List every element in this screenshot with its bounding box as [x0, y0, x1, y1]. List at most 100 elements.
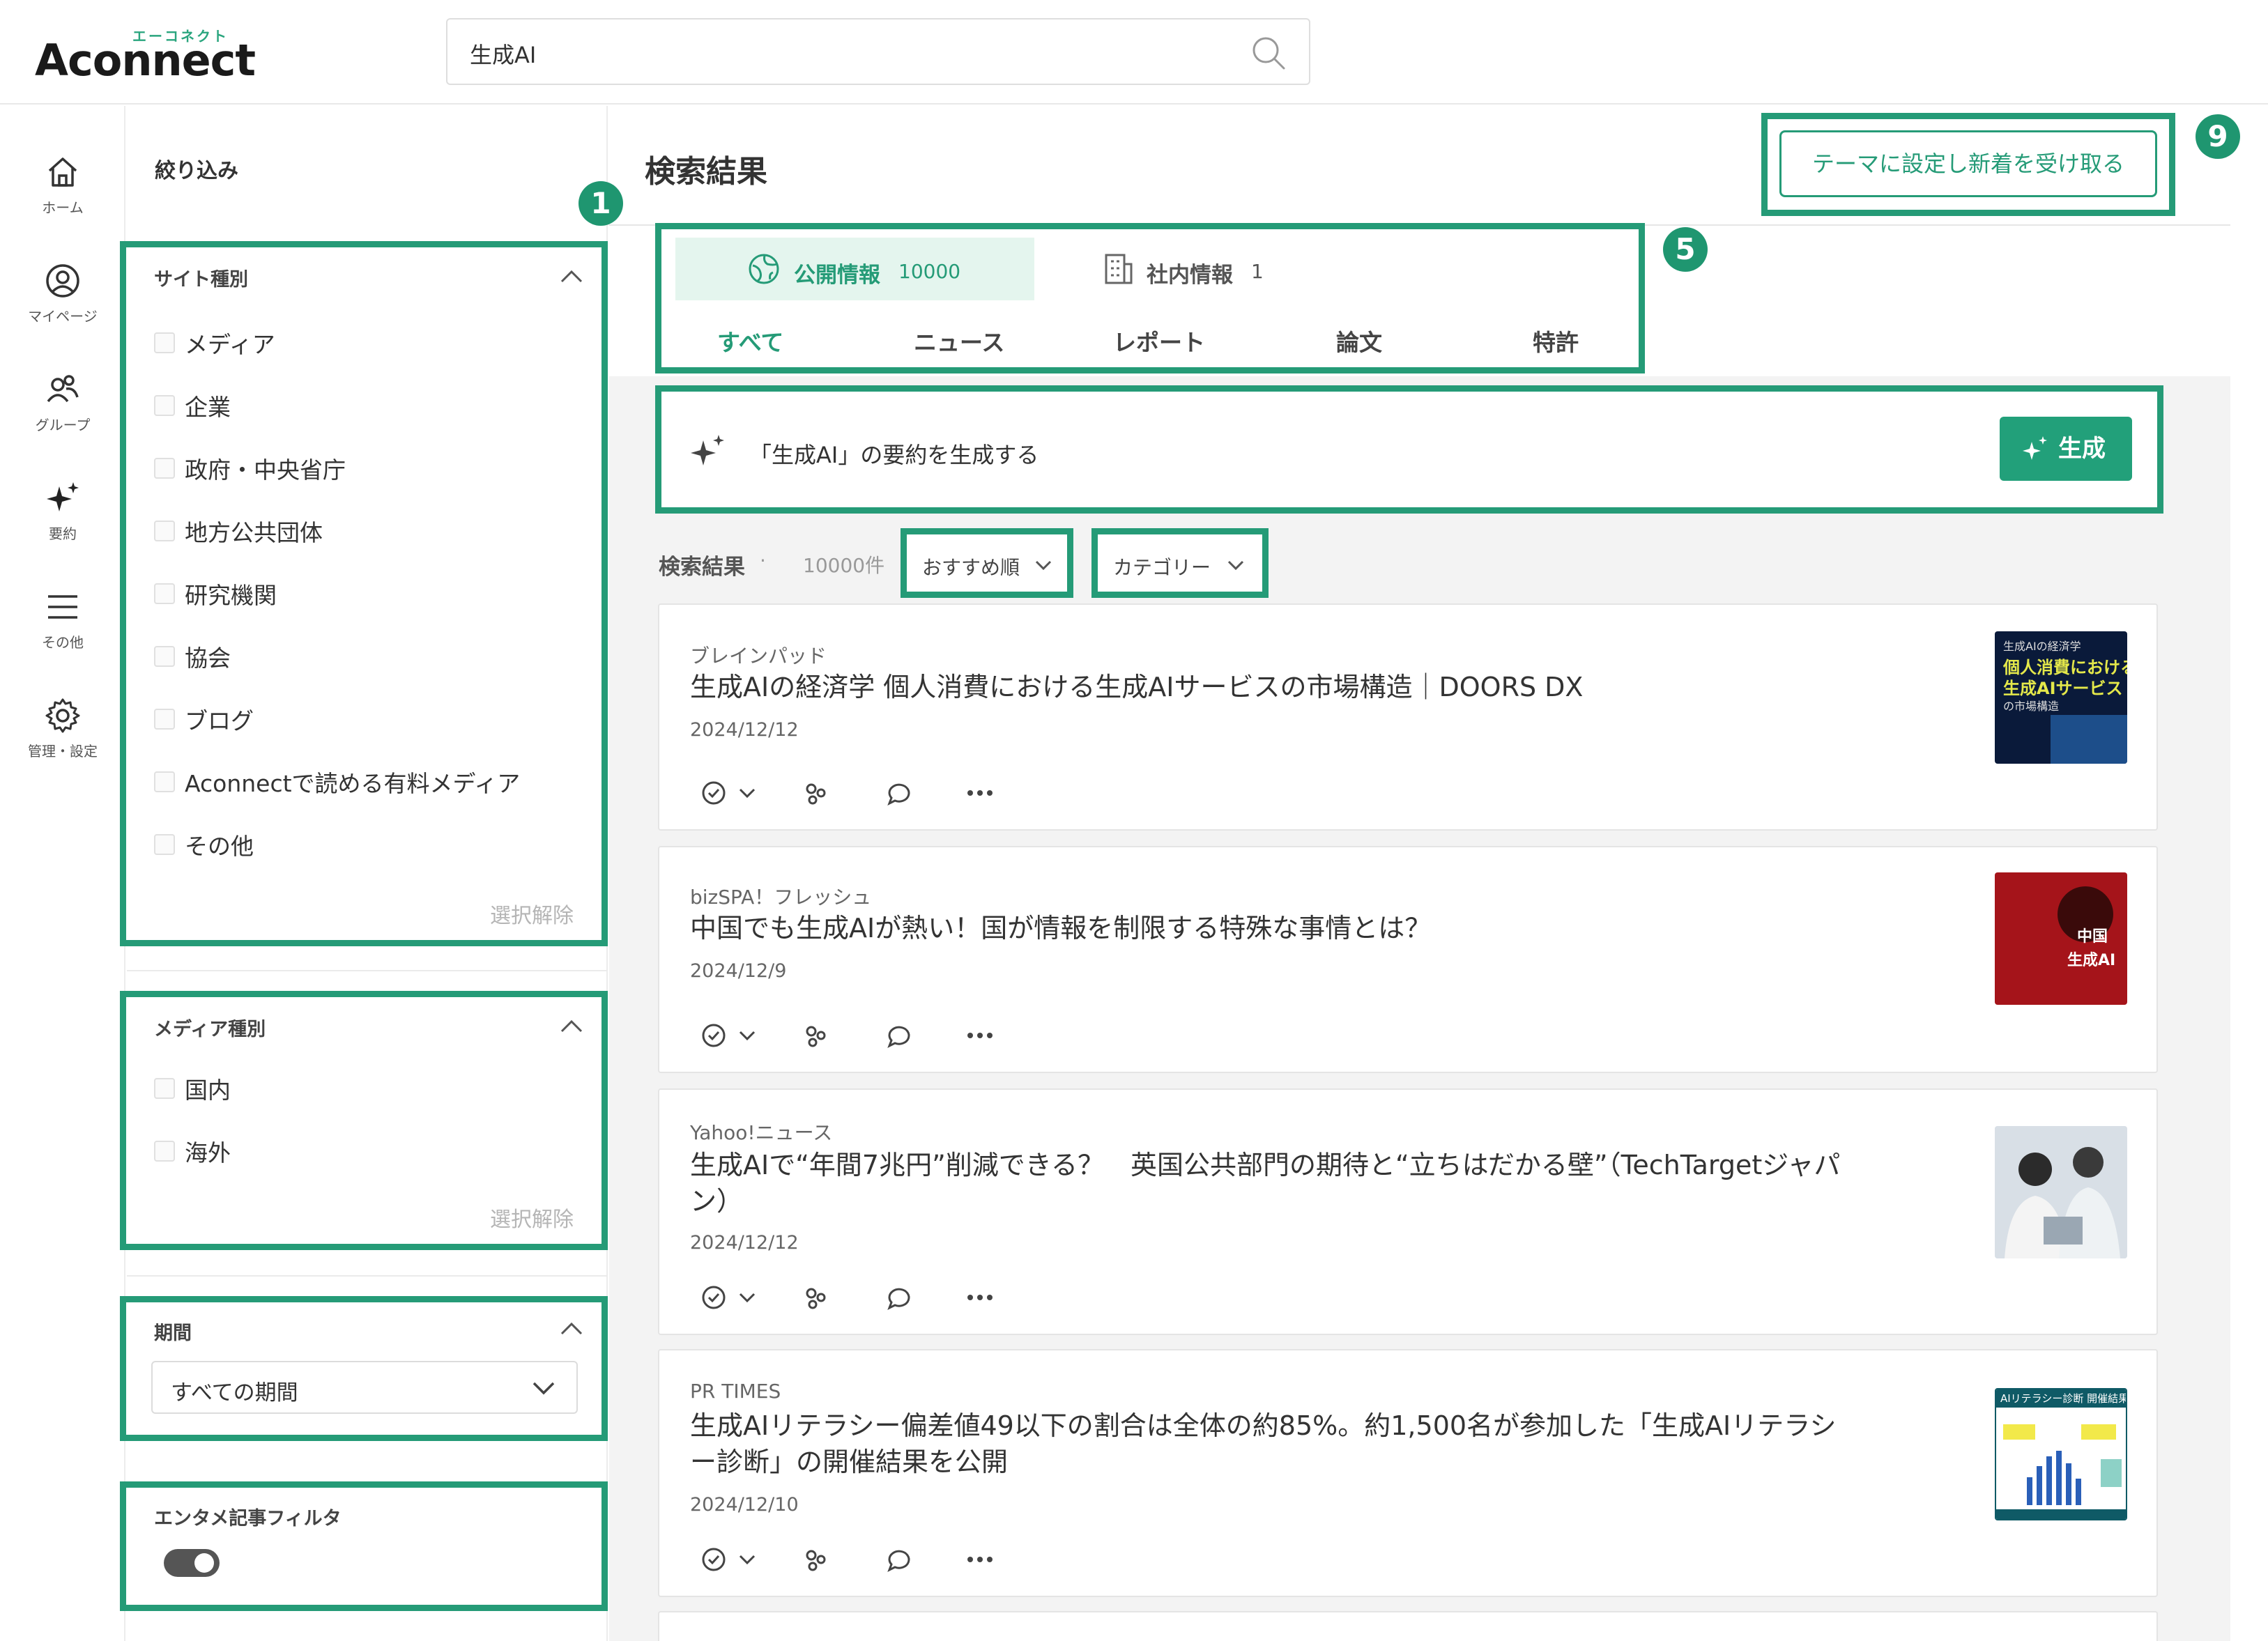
- site-type-option[interactable]: 協会: [154, 639, 231, 674]
- option-label: Aconnectで読める有料メディア: [185, 770, 521, 797]
- article-card[interactable]: PR TIMES 生成AIリテラシー偏差値49以下の割合は全体の約85%。約1,…: [658, 1349, 2158, 1597]
- article-card[interactable]: bizSPA！フレッシュ 中国でも生成AIが熱い！国が情報を制限する特殊な事情と…: [658, 846, 2158, 1073]
- chevron-down-icon: [532, 1382, 555, 1395]
- check-circle-icon[interactable]: [700, 1546, 728, 1573]
- site-type-clear-link[interactable]: 選択解除: [490, 898, 574, 929]
- comment-icon[interactable]: [885, 1546, 913, 1573]
- globe-icon: [749, 254, 779, 284]
- tab-public-info[interactable]: 公開情報 10000: [675, 238, 1034, 300]
- checkbox[interactable]: [154, 332, 175, 353]
- checkbox[interactable]: [154, 458, 175, 479]
- sort-dropdown[interactable]: おすすめ順: [901, 528, 1073, 598]
- media-type-heading: メディア種別: [154, 1019, 266, 1040]
- site-type-option[interactable]: Aconnectで読める有料メディア: [154, 764, 520, 799]
- comment-icon[interactable]: [885, 1022, 913, 1049]
- search-input[interactable]: 生成AI: [446, 18, 1310, 85]
- article-card[interactable]: [658, 1611, 2158, 1641]
- chevron-up-icon[interactable]: [560, 1320, 583, 1336]
- nav-summary[interactable]: 要約: [0, 479, 125, 543]
- period-filter: 期間 すべての期間: [120, 1296, 608, 1441]
- article-date: 2024/12/12: [690, 1232, 799, 1254]
- logo-text: Aconnect: [35, 35, 256, 86]
- generate-label: 生成: [2058, 435, 2106, 463]
- tab-report[interactable]: レポート: [1113, 324, 1205, 357]
- checkbox[interactable]: [154, 583, 175, 604]
- article-title[interactable]: 生成AIで“年間7兆円”削減できる？ 英国公共部門の期待と“立ちはだかる壁”（T…: [690, 1147, 1861, 1219]
- tab-internal-label: 社内情報: [1147, 263, 1233, 288]
- article-title[interactable]: 生成AIリテラシー偏差値49以下の割合は全体の約85%。約1,500名が参加した…: [690, 1408, 1861, 1480]
- checkbox[interactable]: [154, 646, 175, 667]
- nav-other[interactable]: その他: [0, 588, 125, 652]
- more-icon[interactable]: [966, 789, 994, 797]
- checkbox[interactable]: [154, 395, 175, 416]
- set-theme-button[interactable]: テーマに設定し新着を受け取る: [1779, 130, 2157, 197]
- site-type-option[interactable]: 地方公共団体: [154, 514, 323, 548]
- generate-button[interactable]: 生成: [2000, 417, 2132, 481]
- site-type-option[interactable]: 研究機関: [154, 576, 277, 611]
- checkbox[interactable]: [154, 521, 175, 541]
- nav-mypage[interactable]: マイページ: [0, 262, 125, 325]
- nav-summary-label: 要約: [49, 525, 77, 542]
- site-type-option[interactable]: 企業: [154, 388, 231, 423]
- search-icon[interactable]: [1249, 33, 1288, 72]
- checkbox[interactable]: [154, 1141, 175, 1162]
- chevron-up-icon[interactable]: [560, 1018, 583, 1033]
- comment-icon[interactable]: [885, 779, 913, 807]
- tab-patent[interactable]: 特許: [1533, 324, 1579, 357]
- check-circle-icon[interactable]: [700, 1284, 728, 1311]
- left-navigation: ホーム マイページ グループ 要約 その他 管理・設定: [0, 106, 125, 1641]
- article-card[interactable]: ブレインパッド 生成AIの経済学 個人消費における生成AIサービスの市場構造｜D…: [658, 603, 2158, 831]
- check-circle-icon[interactable]: [700, 779, 728, 807]
- article-date: 2024/12/10: [690, 1494, 799, 1516]
- summary-prompt: 「生成AI」の要約を生成する: [749, 442, 1039, 468]
- chevron-down-icon[interactable]: [739, 1554, 756, 1565]
- chevron-down-icon[interactable]: [739, 787, 756, 799]
- share-group-icon[interactable]: [802, 1546, 829, 1573]
- more-icon[interactable]: [966, 1293, 994, 1302]
- more-icon[interactable]: [966, 1031, 994, 1040]
- site-type-option[interactable]: ブログ: [154, 702, 254, 737]
- category-dropdown[interactable]: カテゴリー: [1091, 528, 1269, 598]
- option-label: 協会: [185, 645, 231, 672]
- chevron-down-icon[interactable]: [739, 1292, 756, 1303]
- results-label: 検索結果: [659, 555, 745, 580]
- sort-dropdown-label: おすすめ順: [922, 556, 1020, 579]
- period-select[interactable]: すべての期間: [151, 1361, 578, 1414]
- option-label: その他: [185, 833, 254, 860]
- comment-icon[interactable]: [885, 1284, 913, 1311]
- article-title[interactable]: 生成AIの経済学 個人消費における生成AIサービスの市場構造｜DOORS DX: [690, 669, 1875, 705]
- tab-all[interactable]: すべて: [717, 324, 783, 357]
- nav-home[interactable]: ホーム: [0, 153, 125, 217]
- media-type-option[interactable]: 海外: [154, 1134, 231, 1169]
- nav-home-label: ホーム: [42, 199, 84, 216]
- tab-internal-info[interactable]: 社内情報 1: [1080, 238, 1289, 300]
- media-type-clear-link[interactable]: 選択解除: [490, 1202, 574, 1233]
- entertainment-toggle[interactable]: [164, 1549, 220, 1577]
- checkbox[interactable]: [154, 834, 175, 855]
- nav-settings[interactable]: 管理・設定: [0, 697, 125, 760]
- chevron-down-icon: [1035, 560, 1052, 571]
- check-circle-icon[interactable]: [700, 1022, 728, 1049]
- article-source: bizSPA！フレッシュ: [690, 886, 872, 909]
- thumb-graphic: [2051, 715, 2127, 764]
- checkbox[interactable]: [154, 771, 175, 792]
- tab-paper[interactable]: 論文: [1336, 324, 1382, 357]
- option-label: 海外: [185, 1139, 231, 1166]
- site-type-option[interactable]: その他: [154, 827, 254, 862]
- media-type-option[interactable]: 国内: [154, 1071, 231, 1106]
- nav-group[interactable]: グループ: [0, 371, 125, 434]
- checkbox[interactable]: [154, 709, 175, 730]
- share-group-icon[interactable]: [802, 1022, 829, 1049]
- option-label: 国内: [185, 1077, 231, 1104]
- site-type-option[interactable]: メディア: [154, 325, 275, 360]
- share-group-icon[interactable]: [802, 779, 829, 807]
- chevron-up-icon[interactable]: [560, 268, 583, 284]
- article-title[interactable]: 中国でも生成AIが熱い！国が情報を制限する特殊な事情とは？: [690, 910, 1875, 946]
- more-icon[interactable]: [966, 1555, 994, 1564]
- tab-news[interactable]: ニュース: [914, 324, 1004, 357]
- checkbox[interactable]: [154, 1078, 175, 1099]
- share-group-icon[interactable]: [802, 1284, 829, 1311]
- site-type-option[interactable]: 政府・中央省庁: [154, 451, 346, 486]
- article-card[interactable]: Yahoo!ニュース 生成AIで“年間7兆円”削減できる？ 英国公共部門の期待と…: [658, 1088, 2158, 1335]
- chevron-down-icon[interactable]: [739, 1030, 756, 1041]
